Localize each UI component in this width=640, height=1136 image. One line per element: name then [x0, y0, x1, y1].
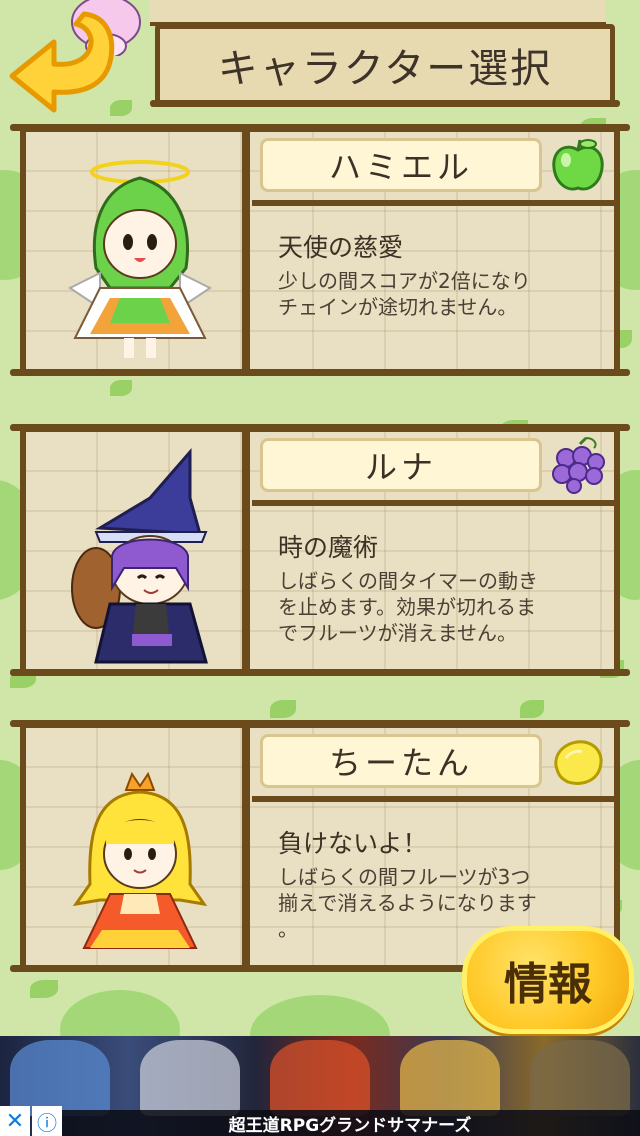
skill-description: しばらくの間タイマーの動き を止めます。効果が切れるま でフルーツが消えません。: [278, 569, 538, 645]
ad-art-figure: [400, 1040, 500, 1116]
character-name: ハミエル: [328, 148, 473, 186]
skill-name: 時の魔術: [278, 533, 379, 562]
page-title: キャラクター選択: [217, 46, 553, 92]
character-portrait-hamiel: [68, 160, 212, 358]
card-divider: [242, 722, 250, 972]
back-arrow-icon[interactable]: [6, 6, 124, 118]
ad-close-icon[interactable]: ✕: [0, 1106, 30, 1136]
card-divider: [242, 126, 250, 376]
character-name-plank: ハミエル: [260, 138, 542, 192]
ad-art-figure: [140, 1040, 240, 1116]
ad-banner[interactable]: 超王道RPGグランドサマナーズ ✕ ⓘ: [0, 1036, 640, 1136]
character-name: ちーたん: [328, 744, 473, 782]
card-beam-top: [10, 720, 630, 727]
skill-description: 少しの間スコアが2倍になり チェインが途切れません。: [278, 269, 531, 319]
skill-name: 天使の慈愛: [278, 233, 404, 262]
ad-caption: 超王道RPGグランドサマナーズ: [60, 1110, 640, 1136]
title-plank: キャラクター選択: [155, 24, 615, 106]
info-button-label: 情報: [504, 959, 592, 1010]
skill-name: 負けないよ！: [278, 829, 428, 858]
character-card-luna[interactable]: ルナ 時の魔術 しばらくの間タイマーの動き を止めます。効果が切れるま でフルー…: [10, 424, 630, 676]
ad-info-icon[interactable]: ⓘ: [32, 1106, 62, 1136]
character-name: ルナ: [364, 448, 437, 486]
previous-card-edge: [150, 0, 606, 26]
character-portrait-luna: [71, 447, 208, 664]
character-name-plank: ルナ: [260, 438, 542, 492]
character-portrait-chitan: [72, 771, 208, 949]
title-plank-beam: [150, 100, 620, 107]
green-apple-icon: [552, 139, 604, 191]
skill-description-box: 時の魔術 しばらくの間タイマーの動き を止めます。効果が切れるま でフルーツが消…: [252, 500, 620, 676]
card-divider: [242, 426, 250, 676]
ad-art-figure: [270, 1040, 370, 1116]
character-card-hamiel[interactable]: ハミエル 天使の慈愛 少しの間スコアが2倍になり チェインが途切れません。: [10, 124, 630, 376]
lemon-icon: [554, 740, 603, 785]
grape-icon: [552, 436, 605, 494]
card-beam-top: [10, 424, 630, 431]
skill-description-box: 天使の慈愛 少しの間スコアが2倍になり チェインが途切れません。: [252, 200, 620, 376]
ad-art-figure: [10, 1040, 110, 1116]
character-name-plank: ちーたん: [260, 734, 542, 788]
info-button[interactable]: 情報: [462, 926, 634, 1034]
ad-art-figure: [530, 1040, 630, 1116]
card-beam-top: [10, 124, 630, 131]
